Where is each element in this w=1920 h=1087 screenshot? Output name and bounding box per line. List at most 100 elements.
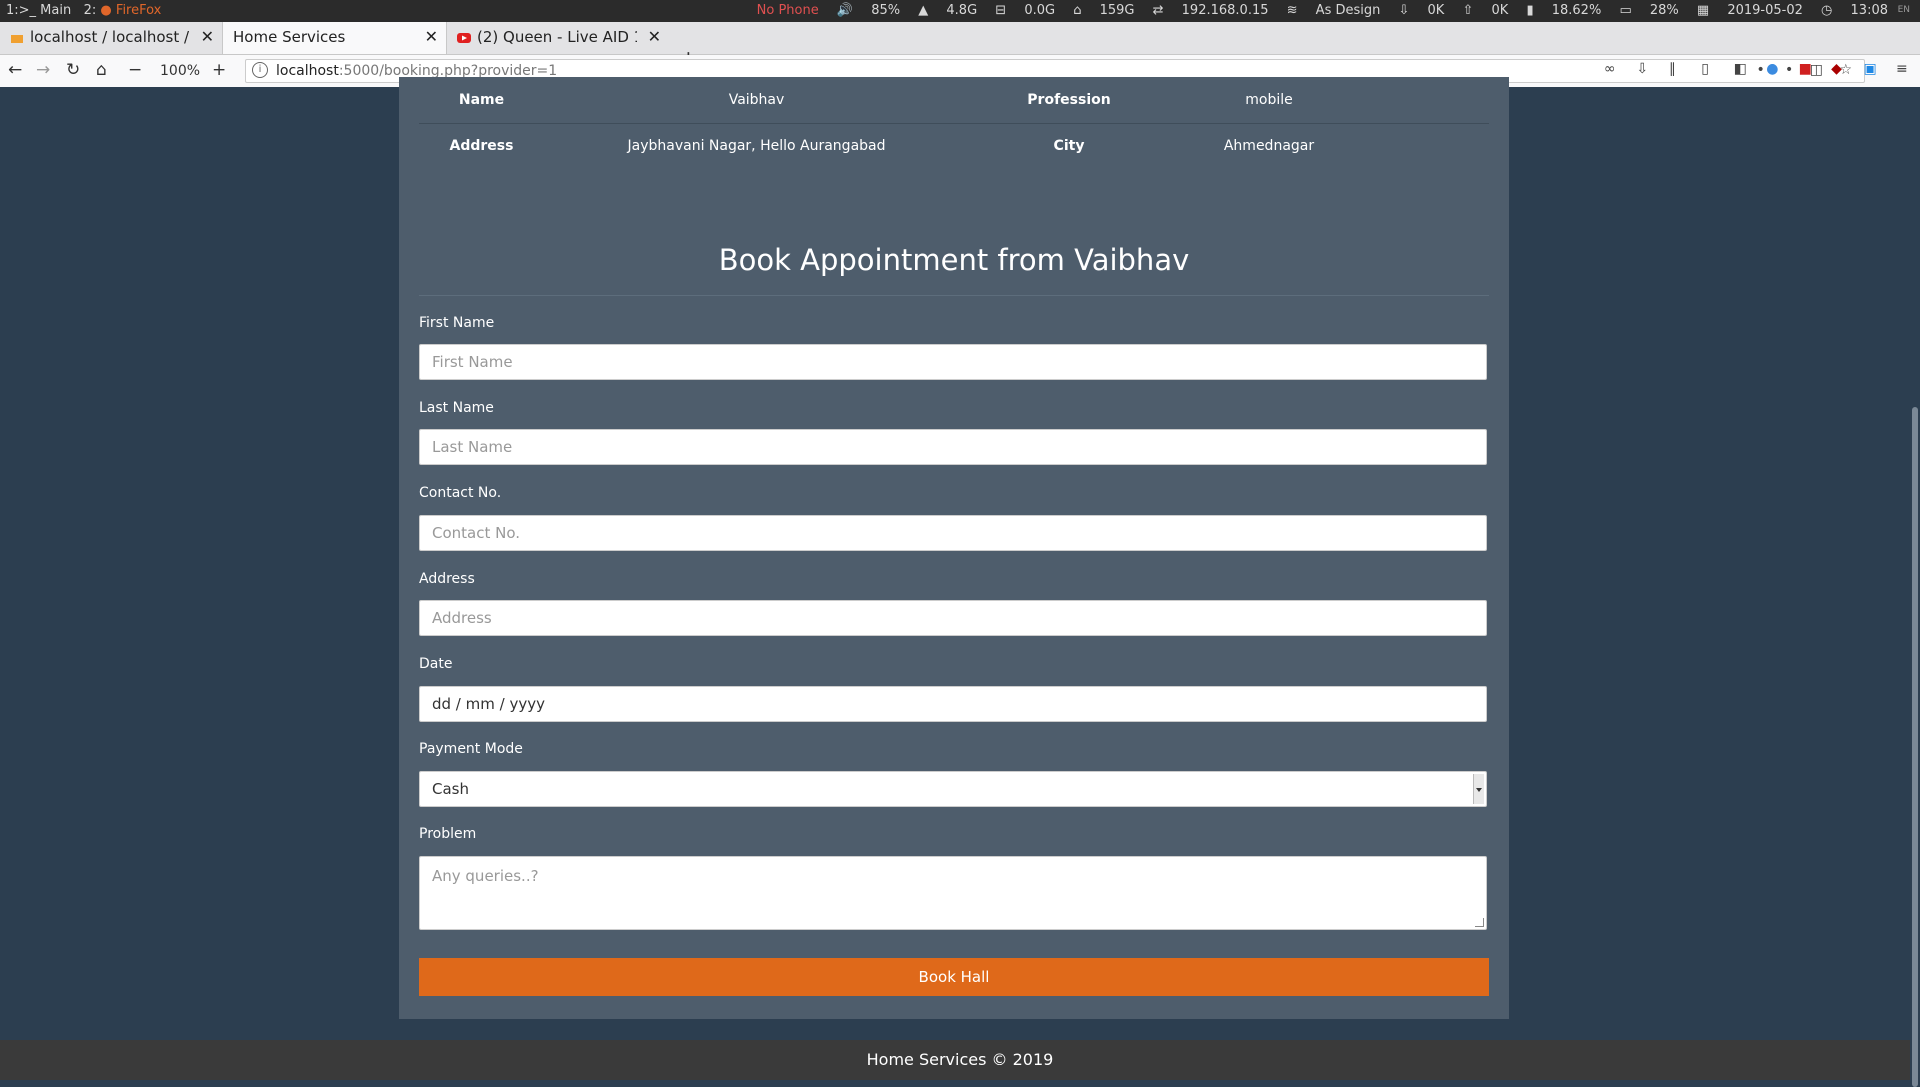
- address-input[interactable]: Address: [419, 600, 1487, 636]
- date-indicator: ▦ 2019-05-02: [1696, 3, 1803, 18]
- first-name-label: First Name: [419, 315, 495, 331]
- forward-icon[interactable]: →: [36, 60, 50, 80]
- workspace-firefox-number[interactable]: 2:: [84, 3, 97, 18]
- workspace-firefox[interactable]: FireFox: [116, 3, 161, 18]
- chevron-down-icon[interactable]: [1473, 774, 1484, 804]
- info-icon[interactable]: i: [252, 62, 268, 78]
- volume-indicator: 🔊 85%: [836, 3, 901, 18]
- tab-home-services[interactable]: Home Services ✕: [222, 22, 447, 54]
- name-value: Vaibhav: [728, 92, 785, 108]
- status-indicators: No Phone 🔊 85% ▲ 4.8G ⊟ 0.0G ⌂ 159G ⇄ 19…: [743, 3, 1888, 18]
- reload-icon[interactable]: ↻: [66, 60, 80, 80]
- footer: Home Services © 2019: [0, 1040, 1920, 1080]
- city-value: Ahmednagar: [1223, 138, 1315, 154]
- contact-input[interactable]: Contact No.: [419, 515, 1487, 551]
- payment-mode-value: Cash: [432, 780, 469, 798]
- problem-textarea[interactable]: Any queries..?: [419, 856, 1487, 930]
- memory-indicator: ▲ 4.8G: [918, 3, 978, 18]
- date-input[interactable]: dd / mm / yyyy: [419, 686, 1487, 722]
- disk-value: 159G: [1099, 3, 1135, 18]
- upload-indicator: ⇧ 0K: [1462, 3, 1509, 18]
- close-icon[interactable]: ✕: [648, 27, 661, 46]
- last-name-input[interactable]: Last Name: [419, 429, 1487, 465]
- footer-text: Home Services © 2019: [866, 1050, 1054, 1069]
- download-indicator: ⇩ 0K: [1398, 3, 1445, 18]
- youtube-icon: [457, 33, 471, 43]
- mask-icon[interactable]: ∞: [1604, 61, 1620, 77]
- wifi-indicator: ≋ As Design: [1286, 3, 1381, 18]
- profession-label: Profession: [1027, 92, 1111, 108]
- disk-indicator: ⌂ 159G: [1073, 3, 1135, 18]
- phone-status: No Phone: [756, 3, 819, 18]
- scrollbar[interactable]: [1910, 87, 1920, 1087]
- ip-indicator: ⇄ 192.168.0.15: [1152, 3, 1269, 18]
- time-indicator: ◷ 13:08: [1821, 3, 1888, 18]
- tab-phpmyadmin[interactable]: localhost / localhost / se ✕: [0, 22, 222, 54]
- scrollbar-thumb[interactable]: [1912, 407, 1918, 1087]
- extension-f-icon[interactable]: ▣: [1864, 61, 1880, 77]
- booking-form-panel: Book Appointment from Vaibhav First Name…: [399, 225, 1509, 1019]
- swap-indicator: ⊟ 0.0G: [995, 3, 1056, 18]
- problem-label: Problem: [419, 826, 477, 842]
- tab-youtube[interactable]: (2) Queen - Live AID 198 ✕: [447, 22, 669, 54]
- last-name-label: Last Name: [419, 400, 494, 416]
- payment-mode-select[interactable]: Cash: [419, 771, 1487, 807]
- wifi-value: As Design: [1315, 3, 1381, 18]
- tab-title: (2) Queen - Live AID 198: [477, 28, 637, 46]
- time-value: 13:08: [1850, 3, 1888, 18]
- cpu-indicator: ▮ 18.62%: [1526, 3, 1602, 18]
- menu-icon[interactable]: ≡: [1896, 61, 1912, 77]
- first-name-input[interactable]: First Name: [419, 344, 1487, 380]
- workspace-indicator: 1:>_ Main 2: ● FireFox: [6, 3, 161, 18]
- zoom-level[interactable]: 100%: [160, 63, 200, 79]
- battery-value: 28%: [1649, 3, 1679, 18]
- ublock-icon[interactable]: ◆: [1831, 61, 1847, 77]
- name-label: Name: [458, 92, 505, 108]
- keyboard-layout[interactable]: EN: [1898, 5, 1910, 15]
- phpmyadmin-icon: [11, 35, 23, 43]
- upload-value: 0K: [1491, 3, 1509, 18]
- memory-value: 4.8G: [946, 3, 978, 18]
- ip-value: 192.168.0.15: [1181, 3, 1269, 18]
- browser-tab-bar: localhost / localhost / se ✕ Home Servic…: [0, 22, 1920, 70]
- workspace-main[interactable]: 1:>_ Main: [6, 3, 71, 18]
- profession-value: mobile: [1245, 92, 1293, 108]
- home-icon[interactable]: ⌂: [96, 60, 107, 80]
- url-host: localhost: [276, 63, 339, 79]
- toolbar-extensions: ∞ ⇩ ∥ ▯ ◧ ● ■ ◆ ▣ ≡: [1592, 61, 1912, 77]
- tab-title: localhost / localhost / se: [30, 28, 190, 46]
- zoom-out-icon[interactable]: −: [128, 60, 142, 80]
- download-arrow-icon[interactable]: ⇩: [1636, 61, 1652, 77]
- book-hall-button[interactable]: Book Hall: [419, 958, 1489, 996]
- close-icon[interactable]: ✕: [201, 27, 214, 46]
- sidebar-icon[interactable]: ▯: [1701, 61, 1717, 77]
- library-icon[interactable]: ∥: [1669, 61, 1685, 77]
- problem-placeholder: Any queries..?: [432, 867, 539, 885]
- volume-value: 85%: [871, 3, 901, 18]
- extension-blue-icon[interactable]: ●: [1766, 61, 1782, 77]
- table-row: Address Jaybhavani Nagar, Hello Aurangab…: [419, 123, 1489, 169]
- cpu-value: 18.62%: [1551, 3, 1602, 18]
- battery-indicator: ▭ 28%: [1619, 3, 1679, 18]
- system-status-bar: 1:>_ Main 2: ● FireFox No Phone 🔊 85% ▲ …: [0, 0, 1920, 22]
- firefox-icon: ●: [100, 3, 112, 18]
- resize-handle-icon[interactable]: [1475, 918, 1484, 927]
- city-label: City: [1053, 138, 1085, 154]
- payment-mode-label: Payment Mode: [419, 741, 523, 757]
- close-icon[interactable]: ✕: [425, 27, 438, 46]
- page-content: Name Vaibhav Profession mobile Address J…: [0, 77, 1920, 1080]
- form-title: Book Appointment from Vaibhav: [718, 243, 1190, 277]
- zoom-in-icon[interactable]: +: [212, 60, 226, 80]
- extension-red-icon[interactable]: ■: [1799, 61, 1815, 77]
- address-value: Jaybhavani Nagar, Hello Aurangabad: [627, 138, 886, 154]
- date-label: Date: [419, 656, 453, 672]
- address-label: Address: [449, 138, 514, 154]
- divider: [419, 295, 1489, 296]
- date-value: 2019-05-02: [1727, 3, 1803, 18]
- contact-label: Contact No.: [419, 485, 502, 501]
- back-icon[interactable]: ←: [8, 60, 22, 80]
- download-value: 0K: [1427, 3, 1445, 18]
- extension-icon[interactable]: ◧: [1734, 61, 1750, 77]
- address-label: Address: [419, 571, 475, 587]
- tab-title: Home Services: [233, 28, 346, 46]
